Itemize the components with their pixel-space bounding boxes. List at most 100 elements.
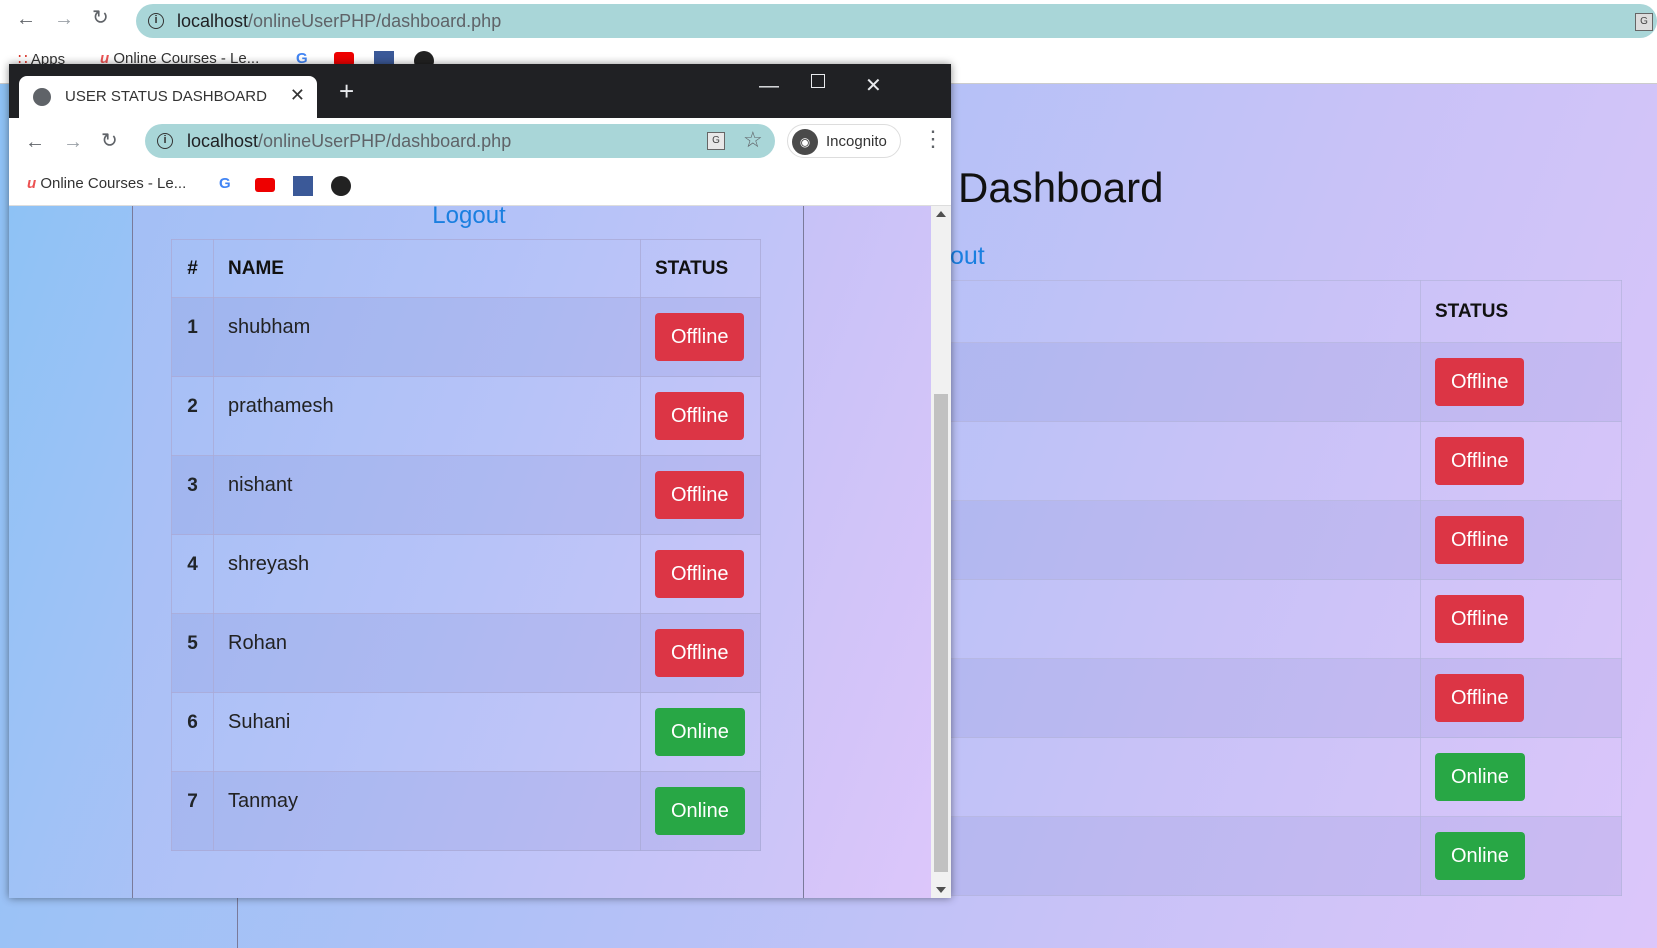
window-close-icon[interactable]: ✕ [865,76,882,96]
table-header-number: # [171,239,214,298]
incognito-window: USER STATUS DASHBOARD ✕ + — ✕ ← → ↻ i lo… [9,64,951,898]
new-tab-icon[interactable]: + [339,78,354,104]
status-button[interactable]: Online [1435,832,1525,880]
table-cell-status: Offline [640,376,761,456]
translate-icon[interactable]: G [707,132,725,150]
table-cell-status: Online [640,692,761,772]
info-icon[interactable]: i [157,133,173,149]
reload-icon[interactable]: ↻ [92,8,109,28]
table-cell [900,579,1421,659]
table-row: Offline [900,579,1622,659]
status-button[interactable]: Offline [655,392,745,440]
maximize-icon[interactable] [811,74,825,88]
logout-link[interactable]: Logout [133,206,805,230]
user-name: Suhani [213,692,641,772]
table-header-name: NAME [213,239,641,298]
user-status-table: STATUS Offline Offline Offline Offline O… [900,280,1622,896]
youtube-icon[interactable] [255,178,275,192]
table-header-row: # NAME STATUS [171,239,761,298]
table-row: 6 Suhani Online [171,692,761,772]
user-name: Tanmay [213,771,641,851]
table-cell [900,816,1421,896]
table-cell [900,737,1421,817]
minimize-icon[interactable]: — [759,76,779,96]
bookmark-star-icon[interactable]: ☆ [743,127,763,153]
table-row: 1 shubham Offline [171,297,761,377]
scroll-down-arrow-icon[interactable] [936,887,946,893]
vertical-scrollbar[interactable] [931,206,951,898]
row-number: 3 [171,455,214,535]
forward-arrow-icon[interactable]: → [63,132,83,152]
table-row: Offline [900,500,1622,580]
status-button[interactable]: Offline [655,313,745,361]
table-cell-status: Offline [640,455,761,535]
status-button[interactable]: Offline [655,629,745,677]
tab-title: USER STATUS DASHBOARD [65,88,267,105]
address-bar[interactable]: i localhost/onlineUserPHP/dashboard.php … [136,4,1657,38]
forward-arrow-icon[interactable]: → [54,9,74,29]
status-button[interactable]: Online [655,708,745,756]
status-button[interactable]: Online [655,787,745,835]
page-viewport: Logout # NAME STATUS 1 shubham Offline 2… [9,206,931,898]
row-number: 4 [171,534,214,614]
background-toolbar: ← → ↻ i localhost/onlineUserPHP/dashboar… [0,0,1657,40]
row-number: 1 [171,297,214,377]
page-container: Logout # NAME STATUS 1 shubham Offline 2… [132,206,804,898]
row-number: 7 [171,771,214,851]
table-row: 5 Rohan Offline [171,613,761,693]
status-button[interactable]: Online [1435,753,1525,801]
row-number: 2 [171,376,214,456]
table-header-row: STATUS [900,280,1622,343]
user-status-table: # NAME STATUS 1 shubham Offline 2 pratha… [171,239,761,851]
status-button[interactable]: Offline [1435,516,1525,564]
menu-kebab-icon[interactable]: ⋮ [922,128,944,150]
table-row: Offline [900,342,1622,422]
bookmark-online-courses[interactable]: u Online Courses - Le... [27,175,186,192]
status-button[interactable]: Offline [1435,437,1525,485]
back-arrow-icon[interactable]: ← [25,132,45,152]
table-cell-status: Offline [1420,421,1622,501]
title-bar: USER STATUS DASHBOARD ✕ + — ✕ [9,64,951,118]
table-cell [900,500,1421,580]
table-cell-status: Online [1420,816,1622,896]
incognito-badge[interactable]: ◉ Incognito [787,124,901,158]
row-number: 5 [171,613,214,693]
browser-tab[interactable]: USER STATUS DASHBOARD ✕ [19,76,317,118]
scroll-up-arrow-icon[interactable] [936,211,946,217]
reload-icon[interactable]: ↻ [101,131,118,151]
table-header-cell [900,280,1421,343]
table-row: 3 nishant Offline [171,455,761,535]
table-row: Online [900,816,1622,896]
status-button[interactable]: Offline [655,550,745,598]
google-icon[interactable]: G [219,175,231,192]
status-button[interactable]: Offline [1435,358,1525,406]
address-bar[interactable]: i localhost/onlineUserPHP/dashboard.php … [145,124,775,158]
back-arrow-icon[interactable]: ← [16,9,36,29]
globe-icon [33,88,51,106]
user-name: nishant [213,455,641,535]
table-row: Offline [900,421,1622,501]
table-cell [900,658,1421,738]
table-cell-status: Online [1420,737,1622,817]
translate-icon[interactable]: G [1635,13,1653,31]
incognito-icon: ◉ [792,129,818,155]
page-title: Dashboard [958,164,1164,211]
address-url: localhost/onlineUserPHP/dashboard.php [187,131,512,151]
tab-close-icon[interactable]: ✕ [290,85,305,106]
table-cell-status: Online [640,771,761,851]
incognito-toolbar: ← → ↻ i localhost/onlineUserPHP/dashboar… [9,118,951,166]
user-name: shubham [213,297,641,377]
github-icon[interactable] [331,176,351,196]
status-button[interactable]: Offline [1435,674,1525,722]
table-header-status: STATUS [1420,280,1622,343]
status-button[interactable]: Offline [655,471,745,519]
address-url: localhost/onlineUserPHP/dashboard.php [177,11,502,31]
scrollbar-thumb[interactable] [934,394,948,872]
logout-link[interactable]: out [950,242,985,271]
table-cell-status: Offline [640,297,761,377]
status-button[interactable]: Offline [1435,595,1525,643]
facebook-icon[interactable] [293,176,313,196]
table-cell-status: Offline [1420,658,1622,738]
info-icon[interactable]: i [148,13,164,29]
incognito-bookmarks-bar: u Online Courses - Le... G [9,166,951,206]
